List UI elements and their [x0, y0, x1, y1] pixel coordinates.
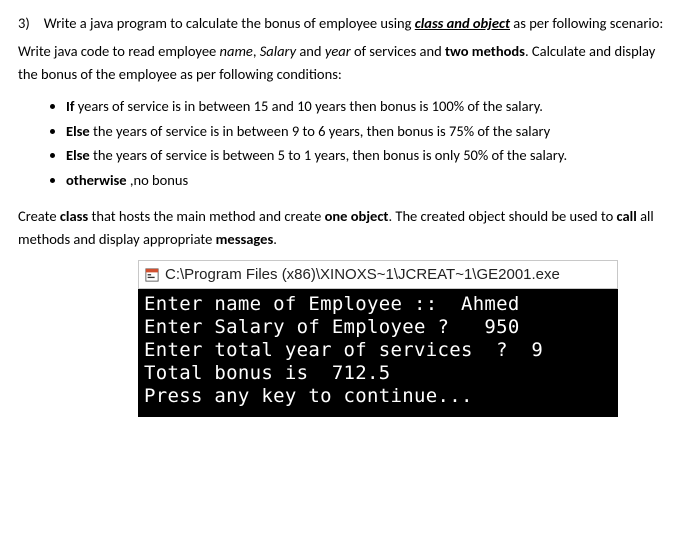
- question-tail: as per following scenario:: [510, 14, 663, 32]
- console-line: Total bonus is 712.5: [144, 362, 391, 384]
- cond-rest: years of service is in between 15 and 10…: [74, 97, 543, 115]
- console-line: Enter total year of services ? 9: [144, 339, 543, 361]
- c-i: .: [273, 230, 277, 248]
- c-f: call: [617, 207, 637, 225]
- console-line: Enter Salary of Employee ? 950: [144, 316, 520, 338]
- list-item: otherwise ,no bonus: [66, 169, 678, 191]
- console-window: C:\Program Files (x86)\XINOXS~1\JCREAT~1…: [138, 260, 618, 417]
- c-c: that hosts the main method and create: [88, 207, 324, 225]
- cond-rest: the years of service is between 5 to 1 y…: [90, 146, 567, 164]
- question-text: Write a java program to calculate the bo…: [44, 12, 678, 34]
- terminal-icon: [145, 268, 159, 282]
- scenario-pre: Write java code to read employee: [18, 42, 220, 60]
- closing-paragraph: Create class that hosts the main method …: [18, 205, 678, 250]
- console-output: Enter name of Employee :: Ahmed Enter Sa…: [138, 289, 618, 417]
- cond-lead: Else: [66, 146, 90, 164]
- question-keyword: class and object: [415, 14, 510, 32]
- scenario-sep1: ,: [253, 42, 260, 60]
- question-row: 3) Write a java program to calculate the…: [18, 12, 678, 34]
- cond-rest: the years of service is in between 9 to …: [90, 122, 551, 140]
- list-item: If years of service is in between 15 and…: [66, 95, 678, 117]
- titlebar: C:\Program Files (x86)\XINOXS~1\JCREAT~1…: [138, 260, 618, 289]
- c-b: class: [60, 207, 88, 225]
- list-item: Else the years of service is in between …: [66, 120, 678, 142]
- cond-lead: otherwise: [66, 171, 127, 189]
- window-title: C:\Program Files (x86)\XINOXS~1\JCREAT~1…: [165, 263, 560, 286]
- c-d: one object: [325, 207, 389, 225]
- scenario-sep2: and: [296, 42, 325, 60]
- scenario-name: name: [220, 42, 253, 60]
- conditions-list: If years of service is in between 15 and…: [18, 95, 678, 191]
- c-e: . The created object should be used to: [388, 207, 616, 225]
- scenario-salary: Salary: [260, 42, 296, 60]
- c-h: messages: [216, 230, 274, 248]
- scenario-paragraph: Write java code to read employee name, S…: [18, 40, 678, 85]
- scenario-year: year: [325, 42, 351, 60]
- console-line: Enter name of Employee :: Ahmed: [144, 293, 520, 315]
- scenario-sep3: of services and: [351, 42, 445, 60]
- cond-lead: Else: [66, 122, 90, 140]
- cond-rest: ,no bonus: [127, 171, 189, 189]
- question-lead: Write a java program to calculate the bo…: [44, 14, 415, 32]
- console-line: Press any key to continue...: [144, 385, 473, 407]
- c-a: Create: [18, 207, 60, 225]
- list-item: Else the years of service is between 5 t…: [66, 144, 678, 166]
- scenario-methods: two methods: [445, 42, 525, 60]
- question-number: 3): [18, 12, 30, 34]
